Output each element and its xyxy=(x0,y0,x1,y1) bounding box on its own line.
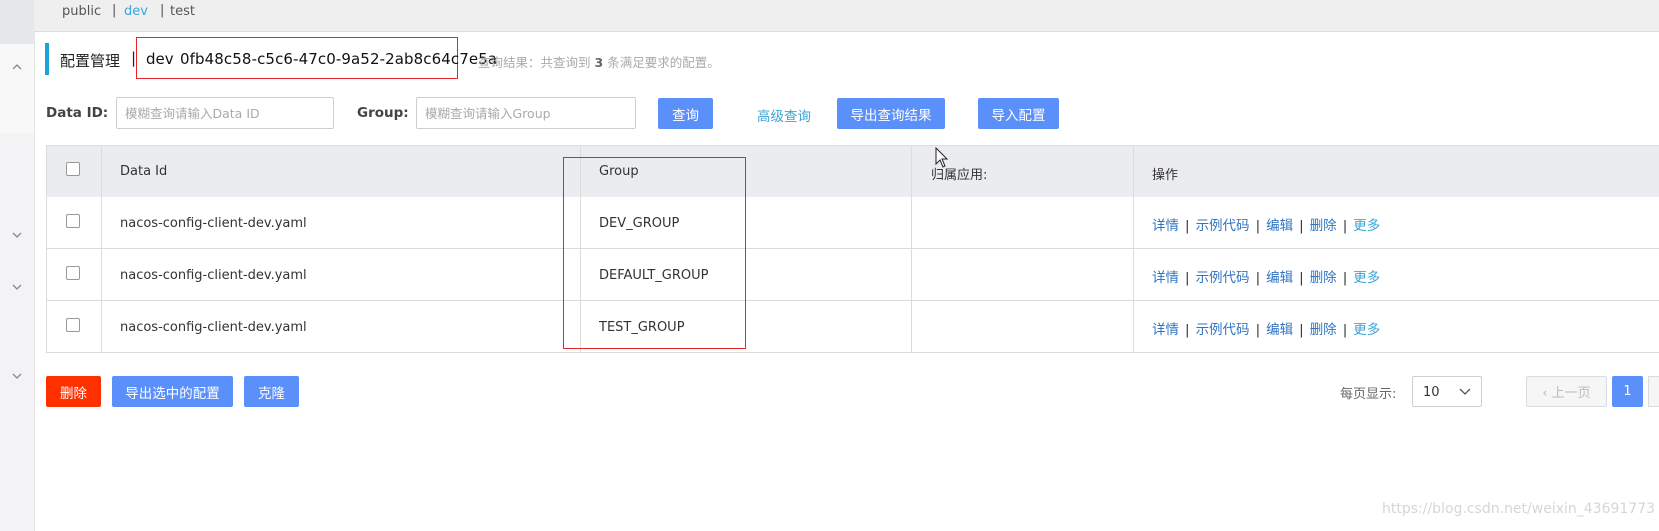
group-input[interactable] xyxy=(416,97,636,129)
watermark: https://blog.csdn.net/weixin_43691773 xyxy=(1382,501,1656,517)
row-checkbox[interactable] xyxy=(66,318,80,332)
sample-code-link[interactable]: 示例代码 xyxy=(1196,218,1250,234)
column-divider xyxy=(1133,145,1134,353)
namespace-bar xyxy=(34,0,1659,32)
chevron-down-icon xyxy=(1459,385,1471,400)
current-namespace-id: 0fb48c58-c5c6-47c0-9a52-2ab8c64c7e5a xyxy=(180,50,498,68)
sample-code-link[interactable]: 示例代码 xyxy=(1196,270,1250,286)
mouse-cursor-icon xyxy=(935,147,949,168)
left-sidebar xyxy=(0,0,35,531)
chevron-left-icon: ‹ xyxy=(1542,386,1548,401)
delete-link[interactable]: 删除 xyxy=(1310,270,1337,286)
prev-page-button[interactable]: ‹ 上一页 xyxy=(1526,376,1607,407)
column-divider xyxy=(911,145,912,353)
sample-code-link[interactable]: 示例代码 xyxy=(1196,322,1250,338)
detail-link[interactable]: 详情 xyxy=(1152,270,1179,286)
more-link[interactable]: 更多 xyxy=(1353,322,1380,338)
delete-link[interactable]: 删除 xyxy=(1310,322,1337,338)
page-title: 配置管理 xyxy=(60,52,121,70)
chevron-down-icon[interactable] xyxy=(11,281,23,293)
data-id-input[interactable] xyxy=(116,97,334,129)
query-button[interactable]: 查询 xyxy=(658,98,713,129)
row-actions: 详情 | 示例代码 | 编辑 | 删除 | 更多 xyxy=(1152,270,1381,286)
query-result-summary: 查询结果：共查询到 3 条满足要求的配置。 xyxy=(478,55,720,70)
row-data-id: nacos-config-client-dev.yaml xyxy=(120,268,307,283)
import-config-button[interactable]: 导入配置 xyxy=(978,98,1059,129)
page-size-label: 每页显示: xyxy=(1340,387,1397,402)
more-link[interactable]: 更多 xyxy=(1353,270,1380,286)
clone-button[interactable]: 克隆 xyxy=(244,376,299,407)
row-data-id: nacos-config-client-dev.yaml xyxy=(120,320,307,335)
page-1-button[interactable]: 1 xyxy=(1612,376,1643,407)
detail-link[interactable]: 详情 xyxy=(1152,218,1179,234)
row-checkbox[interactable] xyxy=(66,214,80,228)
group-label: Group: xyxy=(357,105,409,121)
title-accent-bar xyxy=(45,43,49,75)
namespace-test[interactable]: test xyxy=(170,4,195,19)
row-checkbox[interactable] xyxy=(66,266,80,280)
chevron-down-icon[interactable] xyxy=(11,370,23,382)
data-id-label: Data ID: xyxy=(46,105,109,121)
row-actions: 详情 | 示例代码 | 编辑 | 删除 | 更多 xyxy=(1152,218,1381,234)
page-size-value: 10 xyxy=(1423,385,1440,400)
column-header-actions: 操作 xyxy=(1152,168,1179,183)
sidebar-top-block xyxy=(0,0,34,44)
chevron-down-icon[interactable] xyxy=(11,229,23,241)
group-column-highlight-box xyxy=(563,157,746,349)
namespace-public[interactable]: public xyxy=(62,4,101,19)
delete-link[interactable]: 删除 xyxy=(1310,218,1337,234)
table-header xyxy=(46,145,1659,199)
edit-link[interactable]: 编辑 xyxy=(1266,270,1293,286)
row-data-id: nacos-config-client-dev.yaml xyxy=(120,216,307,231)
edit-link[interactable]: 编辑 xyxy=(1266,218,1293,234)
next-page-button[interactable] xyxy=(1648,376,1659,407)
column-divider xyxy=(101,145,102,353)
page-size-select[interactable]: 10 xyxy=(1412,376,1482,407)
export-results-button[interactable]: 导出查询结果 xyxy=(837,98,945,129)
batch-delete-button[interactable]: 删除 xyxy=(46,376,101,407)
namespace-separator: | xyxy=(112,3,117,18)
namespace-separator: | xyxy=(160,3,165,18)
sidebar-active-section xyxy=(0,44,34,134)
advanced-query-link[interactable]: 高级查询 xyxy=(757,105,811,125)
column-header-data-id[interactable]: Data Id xyxy=(120,164,167,179)
select-all-checkbox[interactable] xyxy=(66,162,80,176)
more-link[interactable]: 更多 xyxy=(1353,218,1380,234)
current-namespace-name: dev xyxy=(146,50,174,68)
detail-link[interactable]: 详情 xyxy=(1152,322,1179,338)
table-border xyxy=(46,145,47,353)
export-selected-button[interactable]: 导出选中的配置 xyxy=(112,376,233,407)
namespace-dev[interactable]: dev xyxy=(124,4,148,19)
edit-link[interactable]: 编辑 xyxy=(1266,322,1293,338)
chevron-up-icon[interactable] xyxy=(11,61,23,73)
row-actions: 详情 | 示例代码 | 编辑 | 删除 | 更多 xyxy=(1152,322,1381,338)
